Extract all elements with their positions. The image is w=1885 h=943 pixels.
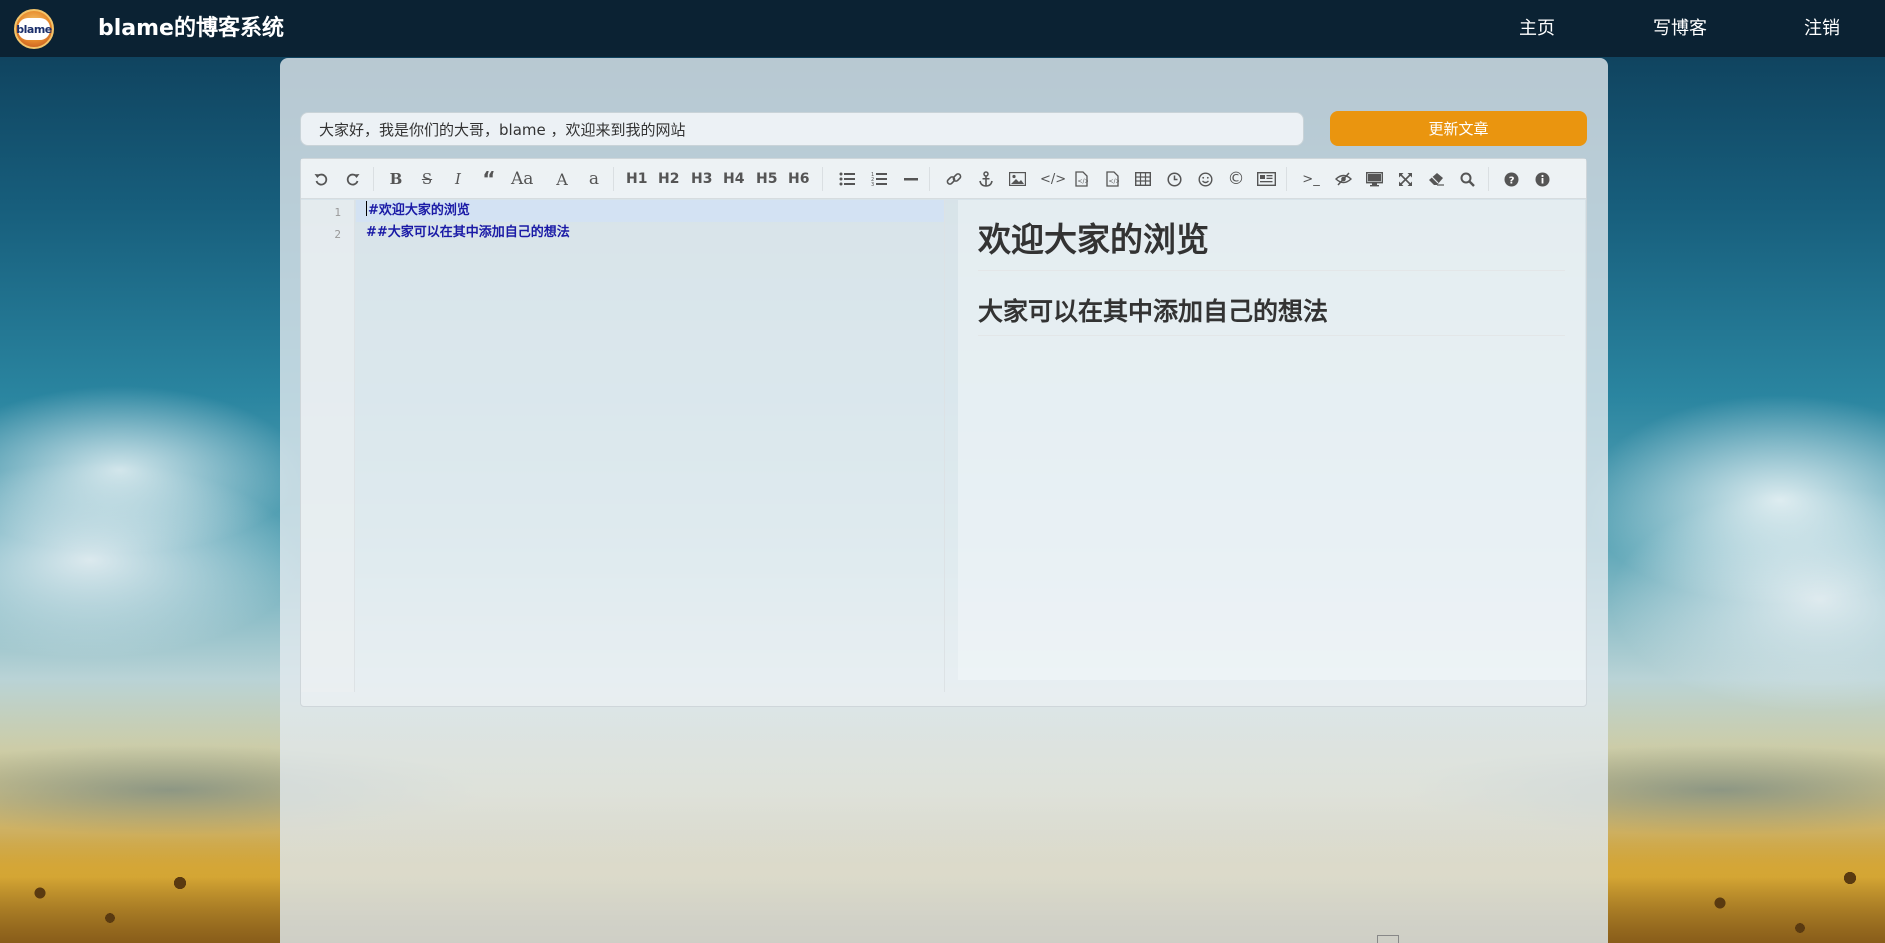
- svg-text:3: 3: [871, 182, 874, 186]
- pagebreak-icon[interactable]: [1256, 167, 1276, 191]
- undo-icon[interactable]: [311, 167, 331, 191]
- line-number: 2: [334, 228, 341, 241]
- emoji-icon[interactable]: [1195, 167, 1215, 191]
- code-block-icon[interactable]: </>: [1071, 167, 1091, 191]
- h5-button[interactable]: H5: [756, 167, 777, 191]
- html-entities-icon[interactable]: ©: [1226, 167, 1246, 191]
- nav-logout-link[interactable]: 注销: [1804, 18, 1840, 40]
- code-line[interactable]: #欢迎大家的浏览: [356, 200, 944, 222]
- fullscreen-icon[interactable]: [1395, 167, 1415, 191]
- link-icon[interactable]: [944, 167, 964, 191]
- site-title: blame的博客系统: [98, 16, 284, 41]
- toolbar-divider: [613, 167, 614, 191]
- preview-icon[interactable]: [1364, 167, 1384, 191]
- preview-heading-1: 欢迎大家的浏览: [978, 218, 1565, 271]
- toolbar-divider: [822, 167, 823, 191]
- watch-icon[interactable]: [1333, 167, 1353, 191]
- line-number: 1: [334, 206, 341, 219]
- horizontal-rule-icon[interactable]: [901, 167, 921, 191]
- site-logo[interactable]: blame: [14, 9, 54, 49]
- goto-line-icon[interactable]: >_: [1301, 167, 1321, 191]
- lowercase-button[interactable]: a: [584, 167, 604, 191]
- help-icon[interactable]: ?: [1501, 167, 1521, 191]
- nav-write-link[interactable]: 写博客: [1653, 18, 1707, 40]
- toolbar-divider: [1488, 167, 1489, 191]
- strikethrough-button[interactable]: S: [417, 167, 437, 191]
- svg-text:</>: </>: [1108, 178, 1119, 185]
- redo-icon[interactable]: [343, 167, 363, 191]
- anchor-icon[interactable]: [976, 167, 996, 191]
- markdown-preview: 欢迎大家的浏览 大家可以在其中添加自己的想法: [958, 200, 1585, 680]
- image-icon[interactable]: [1007, 167, 1027, 191]
- info-icon[interactable]: [1532, 167, 1552, 191]
- h2-button[interactable]: H2: [658, 167, 679, 191]
- update-article-button[interactable]: 更新文章: [1330, 111, 1587, 146]
- text-cursor: [366, 201, 367, 216]
- corner-mark: [1377, 935, 1399, 943]
- uppercase-first-button[interactable]: A: [552, 167, 572, 191]
- italic-button[interactable]: I: [448, 167, 468, 191]
- code-line[interactable]: ##大家可以在其中添加自己的想法: [356, 222, 944, 244]
- quote-icon[interactable]: “: [479, 167, 499, 191]
- markdown-editor: B S I “ Aa A a H1 H2 H3 H4 H5 H6 123 </>…: [300, 158, 1587, 707]
- article-title-input[interactable]: [300, 112, 1304, 146]
- editor-container: 更新文章 B S I “ Aa A a H1 H2 H3 H4 H5 H6: [280, 58, 1608, 943]
- bold-button[interactable]: B: [386, 167, 406, 191]
- unordered-list-icon[interactable]: [837, 167, 857, 191]
- code-line-text: #欢迎大家的浏览: [368, 203, 470, 218]
- code-icon[interactable]: </>: [1040, 167, 1066, 191]
- nav-home-link[interactable]: 主页: [1519, 18, 1555, 40]
- uppercase-button[interactable]: Aa: [511, 167, 533, 191]
- markdown-source-area[interactable]: #欢迎大家的浏览 ##大家可以在其中添加自己的想法: [356, 200, 945, 692]
- ordered-list-icon[interactable]: 123: [869, 167, 889, 191]
- h3-button[interactable]: H3: [691, 167, 712, 191]
- svg-text:</>: </>: [1077, 178, 1088, 185]
- search-icon[interactable]: [1457, 167, 1477, 191]
- clear-icon[interactable]: [1426, 167, 1446, 191]
- logo-text: blame: [16, 22, 52, 36]
- editor-toolbar: B S I “ Aa A a H1 H2 H3 H4 H5 H6 123 </>…: [301, 159, 1586, 199]
- datetime-icon[interactable]: [1164, 167, 1184, 191]
- toolbar-divider: [929, 167, 930, 191]
- top-navbar: blame blame的博客系统 主页 写博客 注销: [0, 0, 1885, 57]
- code-line-text: ##大家可以在其中添加自己的想法: [366, 225, 570, 240]
- toolbar-divider: [1286, 167, 1287, 191]
- line-number-gutter: 1 2: [301, 200, 355, 692]
- h6-button[interactable]: H6: [788, 167, 809, 191]
- h4-button[interactable]: H4: [723, 167, 744, 191]
- svg-text:?: ?: [1508, 175, 1514, 186]
- preformatted-icon[interactable]: </>: [1102, 167, 1122, 191]
- panel-fade: [280, 703, 1608, 943]
- preview-heading-2: 大家可以在其中添加自己的想法: [978, 295, 1565, 336]
- h1-button[interactable]: H1: [626, 167, 647, 191]
- table-icon[interactable]: [1133, 167, 1153, 191]
- toolbar-divider: [373, 167, 374, 191]
